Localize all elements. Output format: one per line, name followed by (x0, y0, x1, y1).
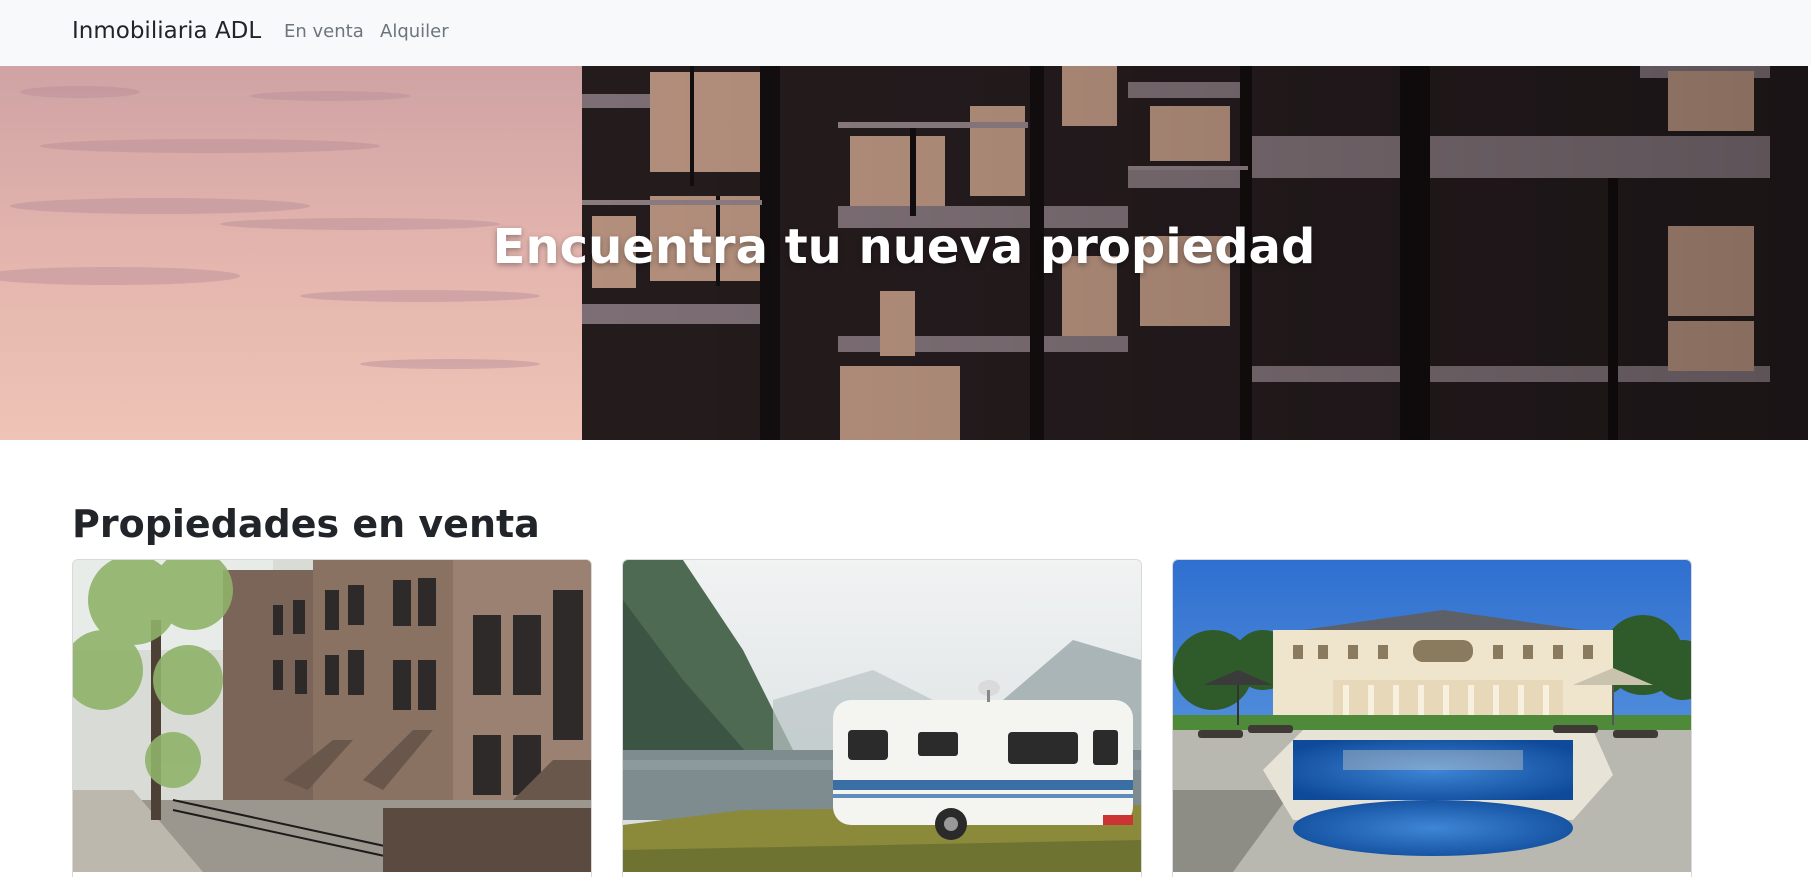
hero-banner: Encuentra tu nueva propiedad (0, 66, 1808, 440)
navbar: Inmobiliaria ADL En venta Alquiler (0, 0, 1811, 66)
brand-link[interactable]: Inmobiliaria ADL (72, 18, 261, 44)
card-image-caravan (623, 560, 1141, 872)
card-image-mansion (1173, 560, 1691, 872)
card-image-brownstones (73, 560, 591, 872)
property-card[interactable] (622, 559, 1142, 877)
page: Inmobiliaria ADL En venta Alquiler Encue… (0, 0, 1811, 877)
property-card[interactable] (1172, 559, 1692, 877)
nav-link-alquiler[interactable]: Alquiler (380, 21, 449, 42)
section-title: Propiedades en venta (72, 502, 540, 546)
property-card[interactable] (72, 559, 592, 877)
nav-link-en-venta[interactable]: En venta (284, 21, 364, 42)
hero-title: Encuentra tu nueva propiedad (492, 219, 1316, 275)
